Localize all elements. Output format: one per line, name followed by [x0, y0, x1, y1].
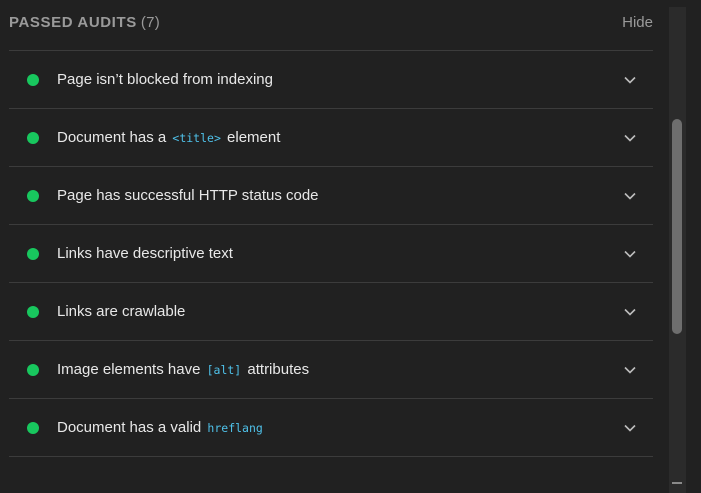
hide-button[interactable]: Hide	[622, 14, 653, 31]
audit-title-text: Document has a	[57, 129, 171, 146]
audit-title-suffix: element	[222, 129, 281, 146]
scrollbar-end-marker	[672, 482, 682, 484]
chevron-down-icon[interactable]	[623, 131, 637, 145]
chevron-down-icon[interactable]	[623, 247, 637, 261]
audit-title: Page isn’t blocked from indexing	[57, 71, 277, 88]
audit-title-text: Links have descriptive text	[57, 245, 233, 262]
audit-row[interactable]: Links are crawlable	[9, 283, 653, 341]
audit-row[interactable]: Image elements have [alt] attributes	[9, 341, 653, 399]
audit-row[interactable]: Page has successful HTTP status code	[9, 167, 653, 225]
audit-title-text: Page isn’t blocked from indexing	[57, 71, 273, 88]
audit-title: Page has successful HTTP status code	[57, 187, 323, 204]
audit-row[interactable]: Document has a valid hreflang	[9, 399, 653, 457]
passed-audits-panel: PASSED AUDITS (7) Hide Page isn’t blocked…	[0, 0, 670, 493]
scrollbar-thumb[interactable]	[672, 119, 682, 334]
chevron-down-icon[interactable]	[623, 305, 637, 319]
chevron-down-icon[interactable]	[623, 421, 637, 435]
audit-title-text: Page has successful HTTP status code	[57, 187, 319, 204]
chevron-down-icon[interactable]	[623, 189, 637, 203]
pass-dot-icon	[27, 364, 39, 376]
pass-dot-icon	[27, 74, 39, 86]
audit-title: Links have descriptive text	[57, 245, 237, 262]
pass-dot-icon	[27, 132, 39, 144]
section-title-text: PASSED AUDITS	[9, 14, 137, 31]
pass-dot-icon	[27, 248, 39, 260]
audit-title-text: Links are crawlable	[57, 303, 186, 320]
chevron-down-icon[interactable]	[623, 73, 637, 87]
audit-code: hreflang	[207, 421, 263, 435]
pass-dot-icon	[27, 306, 39, 318]
pass-dot-icon	[27, 422, 39, 434]
pass-dot-icon	[27, 190, 39, 202]
audit-code: [alt]	[206, 363, 242, 377]
audit-title: Links are crawlable	[57, 303, 189, 320]
audit-code: <title>	[172, 131, 221, 145]
audit-title-text: Image elements have	[57, 361, 205, 378]
audit-row[interactable]: Document has a <title> element	[9, 109, 653, 167]
chevron-down-icon[interactable]	[623, 363, 637, 377]
audit-row[interactable]: Page isn’t blocked from indexing	[9, 51, 653, 109]
audit-row[interactable]: Links have descriptive text	[9, 225, 653, 283]
audit-title-text: Document has a valid	[57, 419, 206, 436]
audit-title-suffix: attributes	[243, 361, 310, 378]
audit-list: Page isn’t blocked from indexing Documen…	[9, 51, 653, 457]
audit-title: Image elements have [alt] attributes	[57, 361, 309, 378]
audit-title: Document has a valid hreflang	[57, 419, 265, 436]
section-title: PASSED AUDITS (7)	[9, 14, 160, 31]
audit-title: Document has a <title> element	[57, 129, 280, 146]
audit-count: (7)	[140, 14, 161, 31]
passed-audits-header: PASSED AUDITS (7) Hide	[9, 0, 653, 51]
